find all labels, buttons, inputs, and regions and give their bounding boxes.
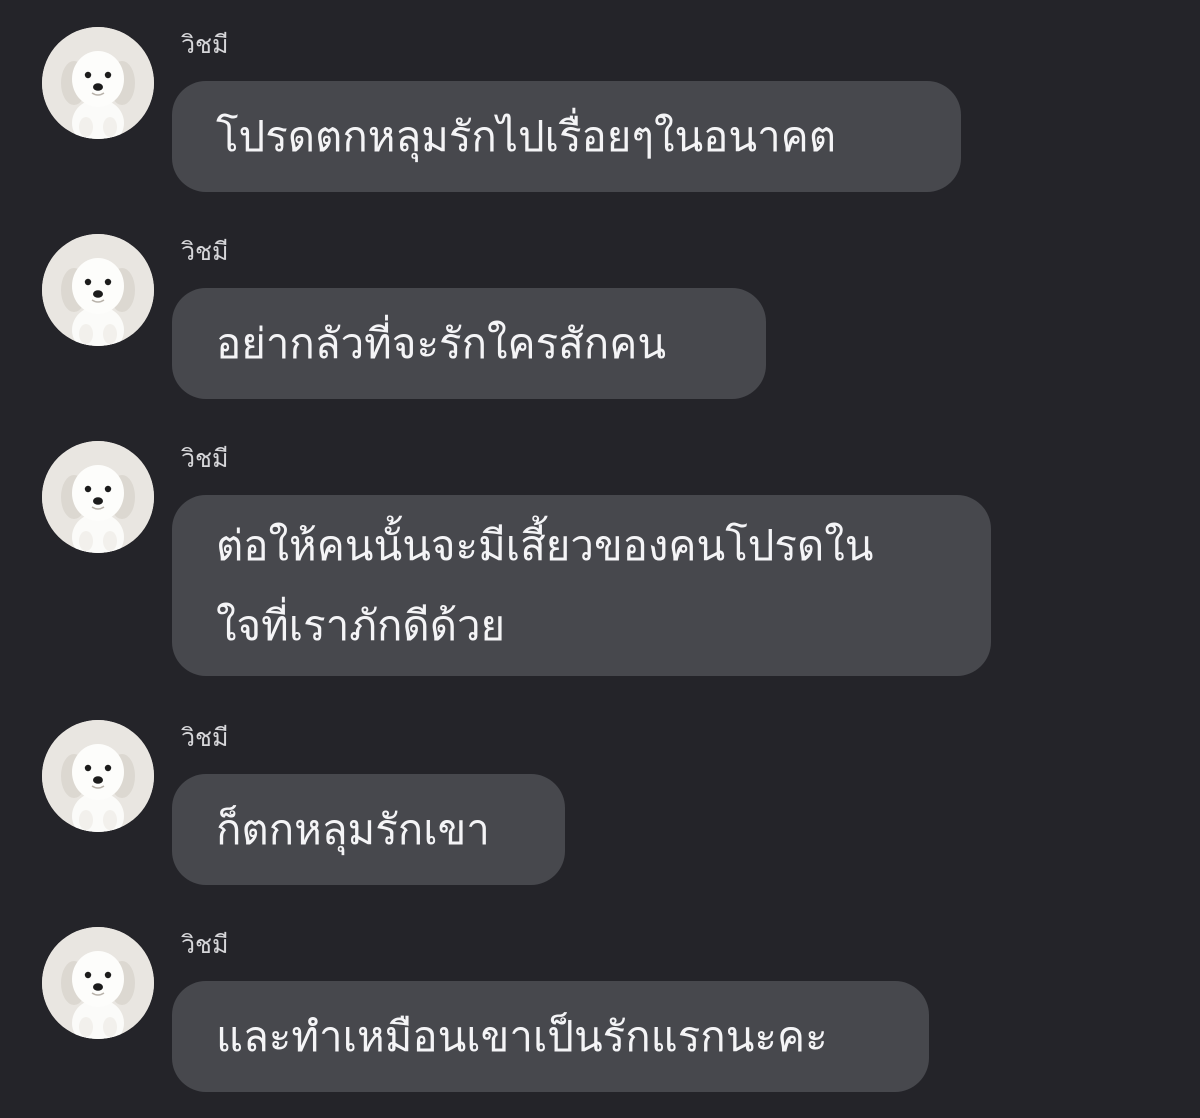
white-dog-photo-icon	[42, 441, 154, 553]
sender-avatar[interactable]	[42, 27, 154, 139]
white-dog-photo-icon	[42, 720, 154, 832]
sender-name: วิชมี	[181, 723, 229, 752]
sender-name: วิชมี	[181, 30, 229, 59]
message-text: ต่อให้คนนั้นจะมีเสี้ยวของคนโปรดใน ใจที่เ…	[216, 520, 874, 650]
sender-name: วิชมี	[181, 237, 229, 266]
message-bubble[interactable]: และทำเหมือนเขาเป็นรักแรกนะคะ	[172, 981, 929, 1092]
message-bubble[interactable]: ก็ตกหลุมรักเขา	[172, 774, 565, 885]
sender-avatar[interactable]	[42, 927, 154, 1039]
message-text: ก็ตกหลุมรักเขา	[216, 804, 490, 854]
white-dog-photo-icon	[42, 234, 154, 346]
sender-avatar[interactable]	[42, 234, 154, 346]
message-text: อย่ากลัวที่จะรักใครสักคน	[216, 318, 667, 368]
sender-avatar[interactable]	[42, 720, 154, 832]
white-dog-photo-icon	[42, 27, 154, 139]
sender-name: วิชมี	[181, 444, 229, 473]
message-bubble[interactable]: อย่ากลัวที่จะรักใครสักคน	[172, 288, 766, 399]
sender-name: วิชมี	[181, 930, 229, 959]
message-bubble[interactable]: โปรดตกหลุมรักไปเรื่อยๆในอนาคต	[172, 81, 961, 192]
message-text: และทำเหมือนเขาเป็นรักแรกนะคะ	[216, 1011, 828, 1061]
message-text: โปรดตกหลุมรักไปเรื่อยๆในอนาคต	[216, 111, 837, 161]
sender-avatar[interactable]	[42, 441, 154, 553]
white-dog-photo-icon	[42, 927, 154, 1039]
message-bubble[interactable]: ต่อให้คนนั้นจะมีเสี้ยวของคนโปรดใน ใจที่เ…	[172, 495, 991, 676]
